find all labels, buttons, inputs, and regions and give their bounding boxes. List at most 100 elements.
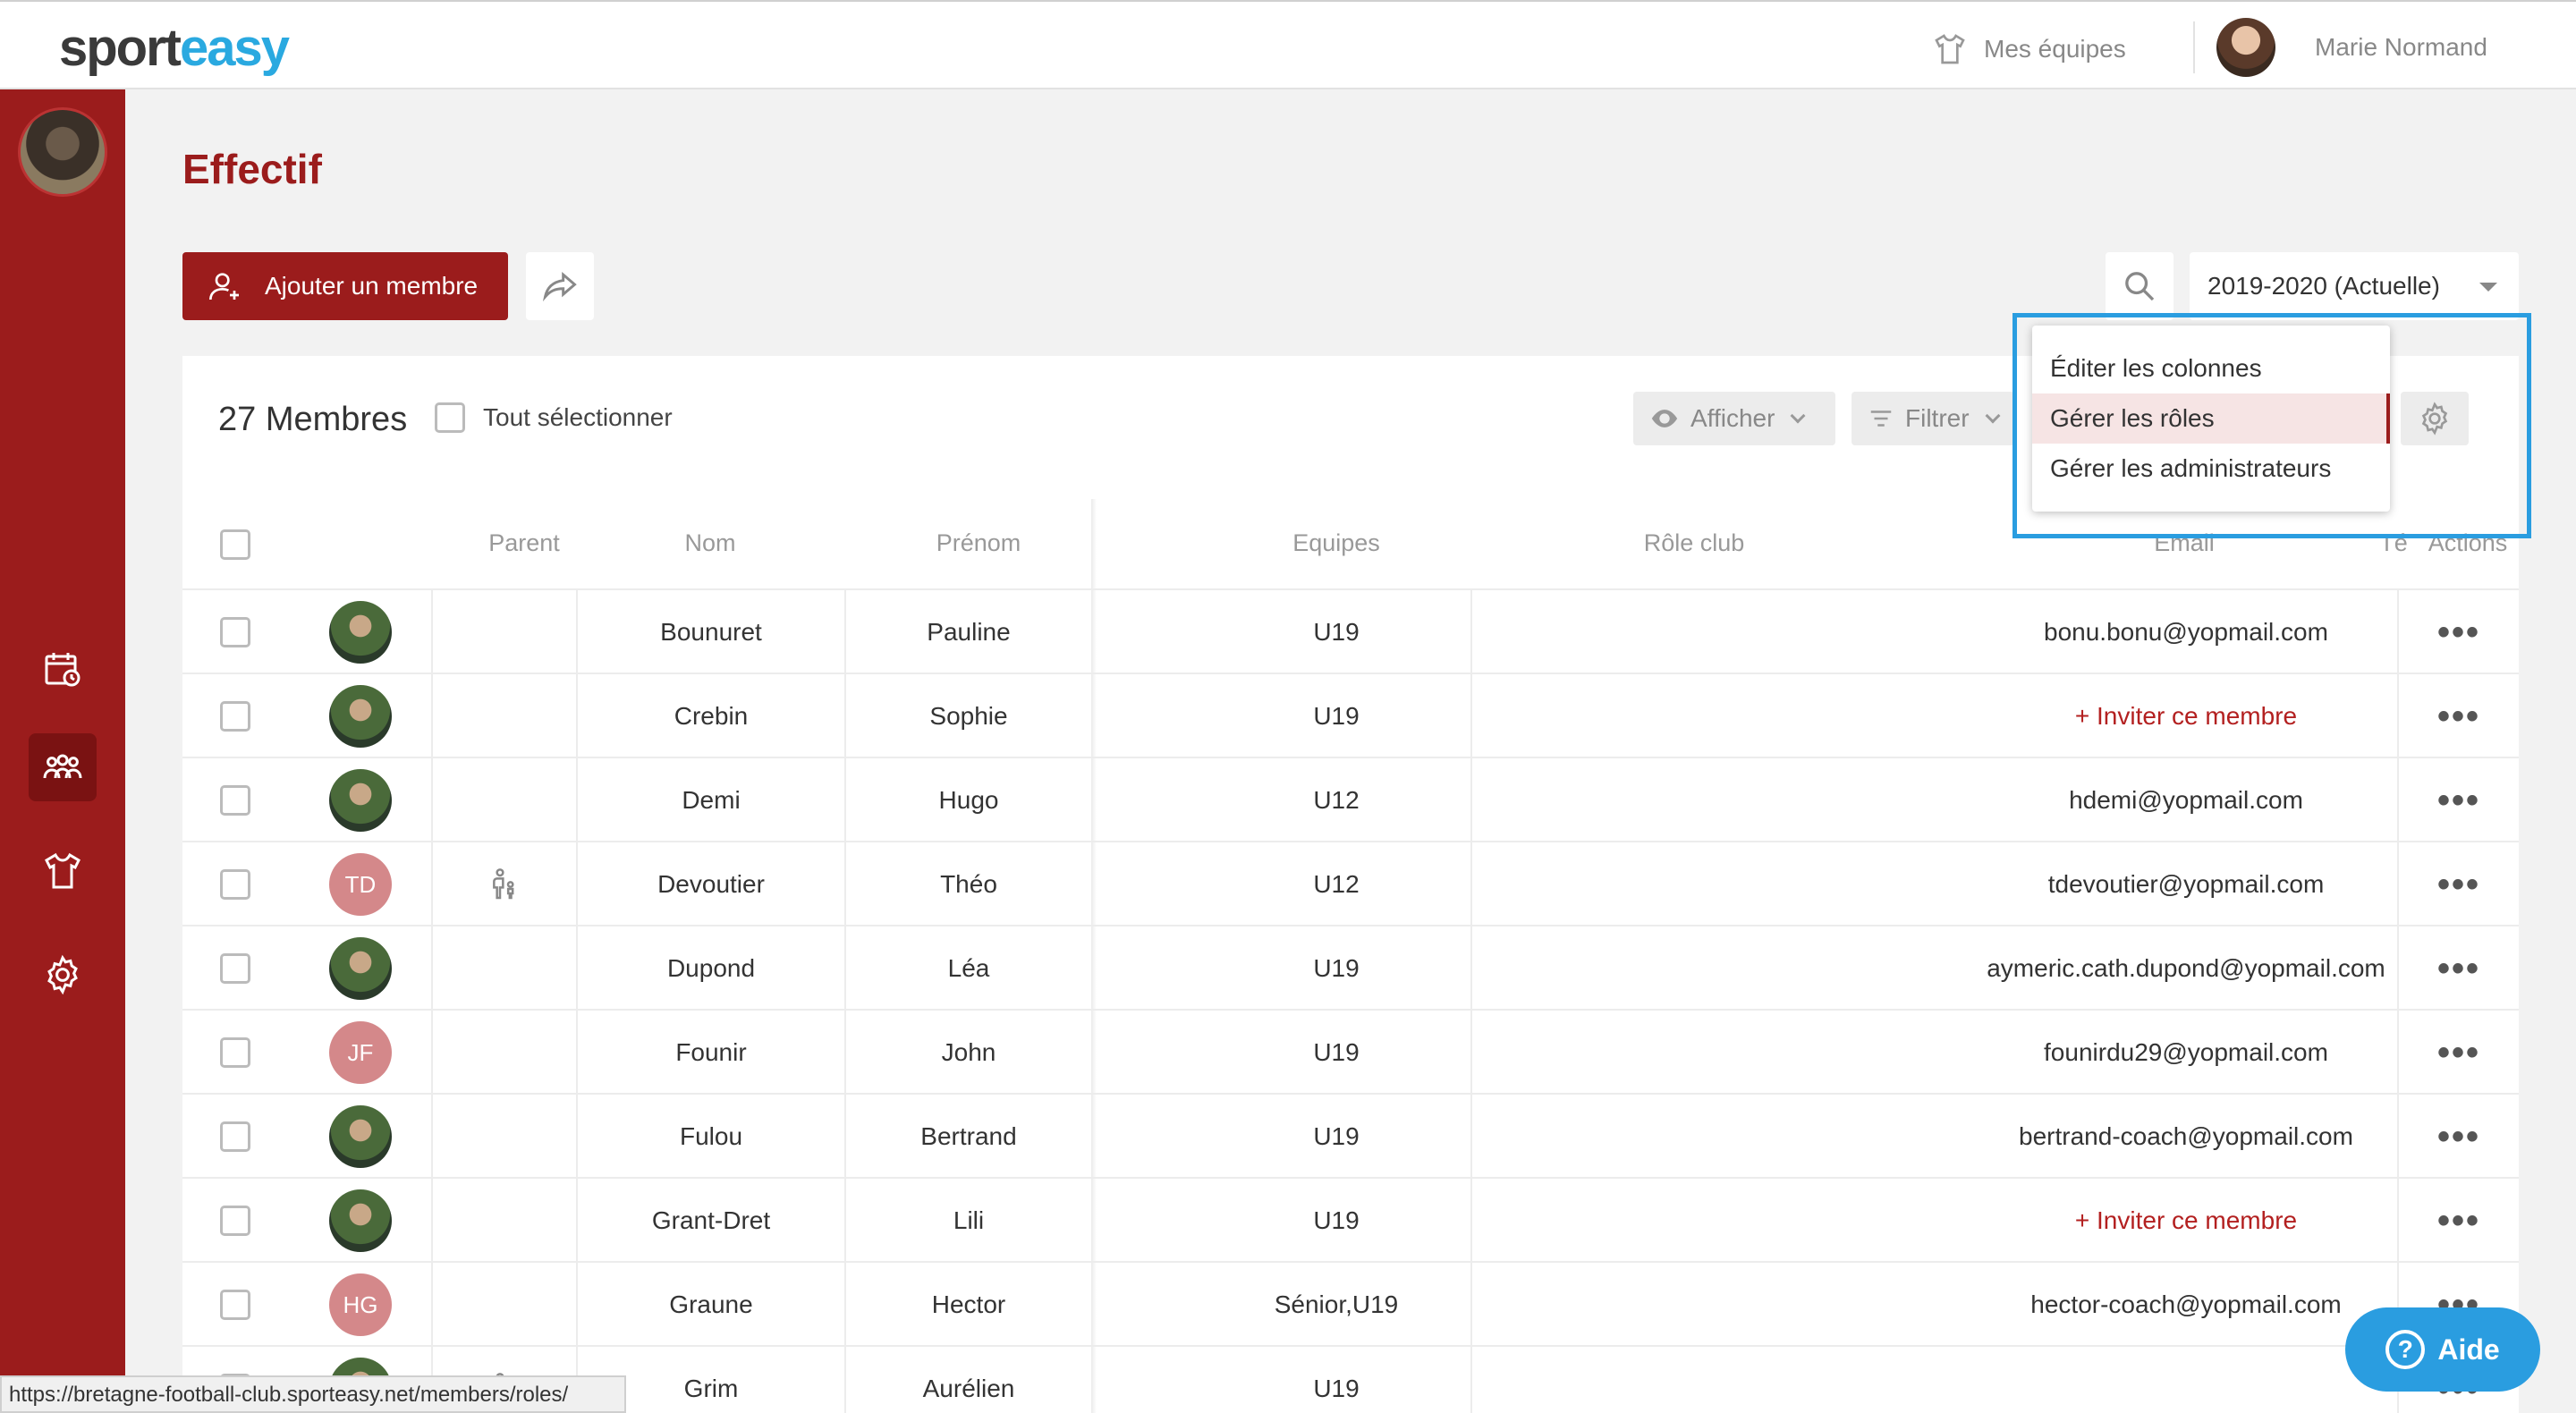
cell-equipes: U19 (1313, 1375, 1360, 1402)
row-checkbox[interactable] (220, 1121, 250, 1152)
avatar[interactable]: HG (329, 1273, 392, 1336)
table-row[interactable]: Bounuret Pauline U19 bonu.bonu@yopmail.com •… (182, 588, 2519, 674)
avatar[interactable] (329, 769, 392, 832)
row-actions-button[interactable]: ••• (2397, 1095, 2519, 1179)
row-checkbox[interactable] (220, 785, 250, 816)
help-button[interactable]: ? Aide (2345, 1307, 2540, 1392)
row-actions-button[interactable]: ••• (2397, 842, 2519, 926)
row-checkbox[interactable] (220, 869, 250, 900)
select-all[interactable]: Tout sélectionner (435, 402, 673, 433)
row-actions-button[interactable]: ••• (2397, 758, 2519, 842)
table-row[interactable]: TD Devoutier Théo U12 tdevoutier@yopmail.com… (182, 841, 2519, 926)
filter-button[interactable]: Filtrer (1852, 392, 2014, 445)
cell-equipes: U19 (1313, 954, 1360, 982)
cell-nom: Grant-Dret (576, 1179, 844, 1263)
invite-member-link[interactable]: + Inviter ce membre (1918, 1179, 2454, 1263)
cell-parent (431, 926, 576, 1011)
cell-prenom: Léa (844, 926, 1091, 1011)
cell-nom: Devoutier (576, 842, 844, 926)
parent-child-icon (493, 868, 514, 900)
avatar[interactable] (329, 1189, 392, 1252)
cell-parent (431, 1011, 576, 1095)
cell-prenom: Pauline (844, 590, 1091, 674)
cell-role-club (1470, 1179, 1918, 1263)
page-title: Effectif (182, 146, 322, 192)
search-button[interactable] (2106, 252, 2174, 320)
cell-parent (431, 590, 576, 674)
row-actions-button[interactable]: ••• (2397, 1179, 2519, 1263)
row-actions-button[interactable]: ••• (2397, 1011, 2519, 1095)
cell-role-club (1470, 758, 1918, 842)
column-header-role-club[interactable]: Rôle club (1560, 529, 1828, 557)
row-checkbox[interactable] (220, 953, 250, 984)
row-actions-button[interactable]: ••• (2397, 926, 2519, 1011)
avatar[interactable]: TD (329, 853, 392, 916)
header-checkbox[interactable] (220, 529, 250, 560)
row-checkbox[interactable] (220, 1037, 250, 1068)
column-header-equipes[interactable]: Equipes (1202, 529, 1470, 557)
cell-parent (431, 1179, 576, 1263)
invite-member-link[interactable]: + Inviter ce membre (1918, 674, 2454, 758)
table-row[interactable]: JF Founir John U19 founirdu29@yopmail.com ••• (182, 1009, 2519, 1095)
sidebar-item-members[interactable] (29, 733, 97, 801)
members-count: 27 Membres (218, 401, 408, 438)
team-avatar[interactable] (18, 107, 107, 197)
user-menu[interactable]: Marie Normand (2216, 18, 2487, 77)
my-teams-link[interactable]: Mes équipes (1932, 27, 2126, 72)
add-member-button[interactable]: Ajouter un membre (182, 252, 508, 320)
row-checkbox[interactable] (220, 617, 250, 647)
column-header-nom[interactable]: Nom (576, 529, 844, 557)
cell-role-club (1470, 842, 1918, 926)
jersey-icon (1935, 34, 1965, 64)
logo-easy-text: easy (180, 19, 290, 77)
cell-parent (431, 1263, 576, 1347)
cell-prenom: Théo (844, 842, 1091, 926)
cell-nom: Crebin (576, 674, 844, 758)
cell-equipes: U19 (1313, 1206, 1360, 1234)
cell-prenom: Aurélien (844, 1347, 1091, 1413)
row-actions-button[interactable]: ••• (2397, 590, 2519, 674)
calendar-icon (45, 653, 80, 687)
show-button[interactable]: Afficher (1633, 392, 1835, 445)
menu-item-manage-roles[interactable]: Gérer les rôles (2032, 393, 2390, 444)
row-checkbox[interactable] (220, 1290, 250, 1320)
menu-item-manage-admins[interactable]: Gérer les administrateurs (2032, 444, 2390, 494)
column-header-prenom[interactable]: Prénom (844, 529, 1113, 557)
menu-item-edit-columns[interactable]: Éditer les colonnes (2032, 343, 2390, 393)
cell-equipes: U19 (1313, 618, 1360, 646)
table-row[interactable]: Dupond Léa U19 aymeric.cath.dupond@yopmail.… (182, 925, 2519, 1011)
season-selected-value: 2019-2020 (Actuelle) (2207, 272, 2440, 300)
row-checkbox[interactable] (220, 701, 250, 732)
share-button[interactable] (526, 252, 594, 320)
sidebar-item-jersey[interactable] (29, 837, 97, 905)
cell-prenom: Hugo (844, 758, 1091, 842)
table-row[interactable]: Grant-Dret Lili U19 + Inviter ce membre ••• (182, 1177, 2519, 1263)
show-label: Afficher (1690, 404, 1775, 432)
topbar-divider (2193, 21, 2195, 73)
cell-email: aymeric.cath.dupond@yopmail.com (1987, 954, 2385, 982)
avatar[interactable] (329, 601, 392, 664)
cell-equipes: U19 (1313, 1122, 1360, 1150)
table-row[interactable]: Fulou Bertrand U19 bertrand-coach@yopmail.c… (182, 1093, 2519, 1179)
row-actions-button[interactable]: ••• (2397, 674, 2519, 758)
sporteasy-logo[interactable]: sporteasy (59, 18, 290, 78)
sidebar-item-settings[interactable] (29, 941, 97, 1009)
cell-role-club (1470, 1011, 1918, 1095)
sidebar-item-calendar[interactable] (29, 635, 97, 703)
avatar[interactable] (329, 1105, 392, 1168)
cell-parent (431, 1095, 576, 1179)
season-select[interactable]: 2019-2020 (Actuelle) (2190, 252, 2519, 320)
table-row[interactable]: Crebin Sophie U19 + Inviter ce membre ••• (182, 673, 2519, 758)
avatar[interactable]: JF (329, 1021, 392, 1084)
table-row[interactable]: Demi Hugo U12 hdemi@yopmail.com ••• (182, 757, 2519, 842)
table-row[interactable]: HG Graune Hector Sénior,U19 hector-coach@yop… (182, 1261, 2519, 1347)
avatar[interactable] (329, 937, 392, 1000)
cell-email: bonu.bonu@yopmail.com (2044, 618, 2328, 646)
cell-parent (431, 674, 576, 758)
help-label: Aide (2437, 1333, 2500, 1366)
select-all-checkbox[interactable] (435, 402, 465, 433)
row-checkbox[interactable] (220, 1206, 250, 1236)
members-icon (43, 754, 82, 779)
avatar[interactable] (329, 685, 392, 748)
gear-icon (47, 954, 78, 995)
